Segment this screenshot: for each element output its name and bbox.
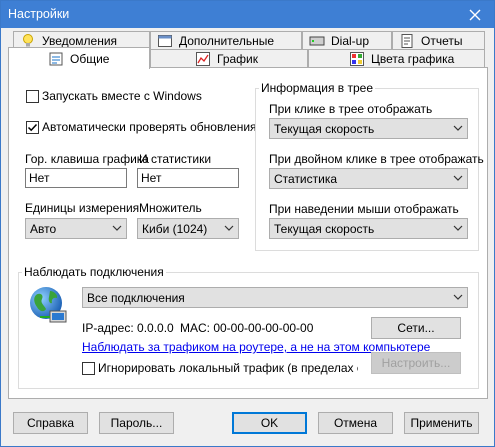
title-bar[interactable]: Настройки (1, 1, 494, 28)
close-icon (469, 9, 481, 20)
help-button[interactable]: Справка (13, 412, 88, 434)
tray-group-title: Информация в трее (259, 81, 376, 95)
configure-button[interactable]: Настроить... (371, 352, 461, 374)
units-select[interactable]: Авто (25, 218, 127, 239)
tab-reports[interactable]: Отчеты (392, 31, 485, 50)
units-label: Единицы измерения (25, 201, 140, 215)
settings-window: Настройки Уведомления Дополнительные Dia… (0, 0, 495, 447)
cancel-button[interactable]: Отмена (318, 412, 393, 434)
chevron-down-icon (453, 225, 463, 231)
chevron-down-icon (453, 175, 463, 181)
multiplier-select[interactable]: Киби (1024) (137, 218, 239, 239)
hotkey-graph-label: Гор. клавиша графика (25, 152, 149, 166)
tab-graph-colors[interactable]: Цвета графика (308, 49, 485, 68)
window-title: Настройки (8, 7, 70, 21)
connection-select[interactable]: Все подключения (82, 287, 468, 308)
modem-icon (309, 33, 325, 49)
ok-button[interactable]: OK (232, 412, 307, 434)
chevron-down-icon (112, 225, 122, 231)
monitor-group-title: Наблюдать подключения (22, 265, 166, 279)
tray-dblclick-label: При двойном клике в трее отображать (269, 152, 484, 166)
password-button[interactable]: Пароль... (99, 412, 174, 434)
autoupdate-checkbox[interactable] (26, 121, 39, 134)
close-button[interactable] (456, 1, 494, 28)
chart-icon (195, 51, 211, 67)
hotkey-graph-field[interactable]: Нет (25, 168, 127, 188)
ignore-local-checkbox[interactable] (82, 362, 95, 375)
tray-dblclick-select[interactable]: Статистика (269, 168, 468, 189)
autoupdate-label: Автоматически проверять обновления (42, 120, 257, 134)
autostart-label: Запускать вместе с Windows (42, 89, 202, 103)
tray-click-label: При клике в трее отображать (269, 102, 433, 116)
hotkey-stats-field[interactable]: Нет (137, 168, 239, 188)
tray-hover-select[interactable]: Текущая скорость (269, 218, 468, 239)
autostart-checkbox[interactable] (26, 90, 39, 103)
general-tab-panel: Запускать вместе с Windows Автоматически… (8, 67, 488, 399)
tray-hover-label: При наведении мыши отображать (269, 202, 459, 216)
tab-advanced[interactable]: Дополнительные (150, 31, 302, 50)
chevron-down-icon (453, 294, 463, 300)
chevron-down-icon (224, 225, 234, 231)
ip-address-text: IP-адрес: 0.0.0.0 (82, 321, 174, 335)
tab-graph[interactable]: График (150, 49, 308, 68)
ignore-local-label: Игнорировать локальный трафик (в предела… (98, 361, 358, 375)
chevron-down-icon (453, 125, 463, 131)
palette-icon (349, 51, 365, 67)
general-icon (48, 51, 64, 67)
apply-button[interactable]: Применить (404, 412, 479, 434)
report-icon (399, 33, 415, 49)
tab-general[interactable]: Общие (8, 47, 150, 69)
tray-click-select[interactable]: Текущая скорость (269, 118, 468, 139)
tab-dialup[interactable]: Dial-up (302, 31, 392, 50)
checkmark-icon (27, 123, 38, 132)
mac-address-text: MAC: 00-00-00-00-00-00 (180, 321, 314, 335)
settings-window-icon (157, 33, 173, 49)
multiplier-label: Множитель (139, 201, 202, 215)
networks-button[interactable]: Сети... (371, 317, 461, 339)
hotkey-stats-label: И статистики (139, 152, 212, 166)
network-globe-icon (26, 283, 70, 327)
